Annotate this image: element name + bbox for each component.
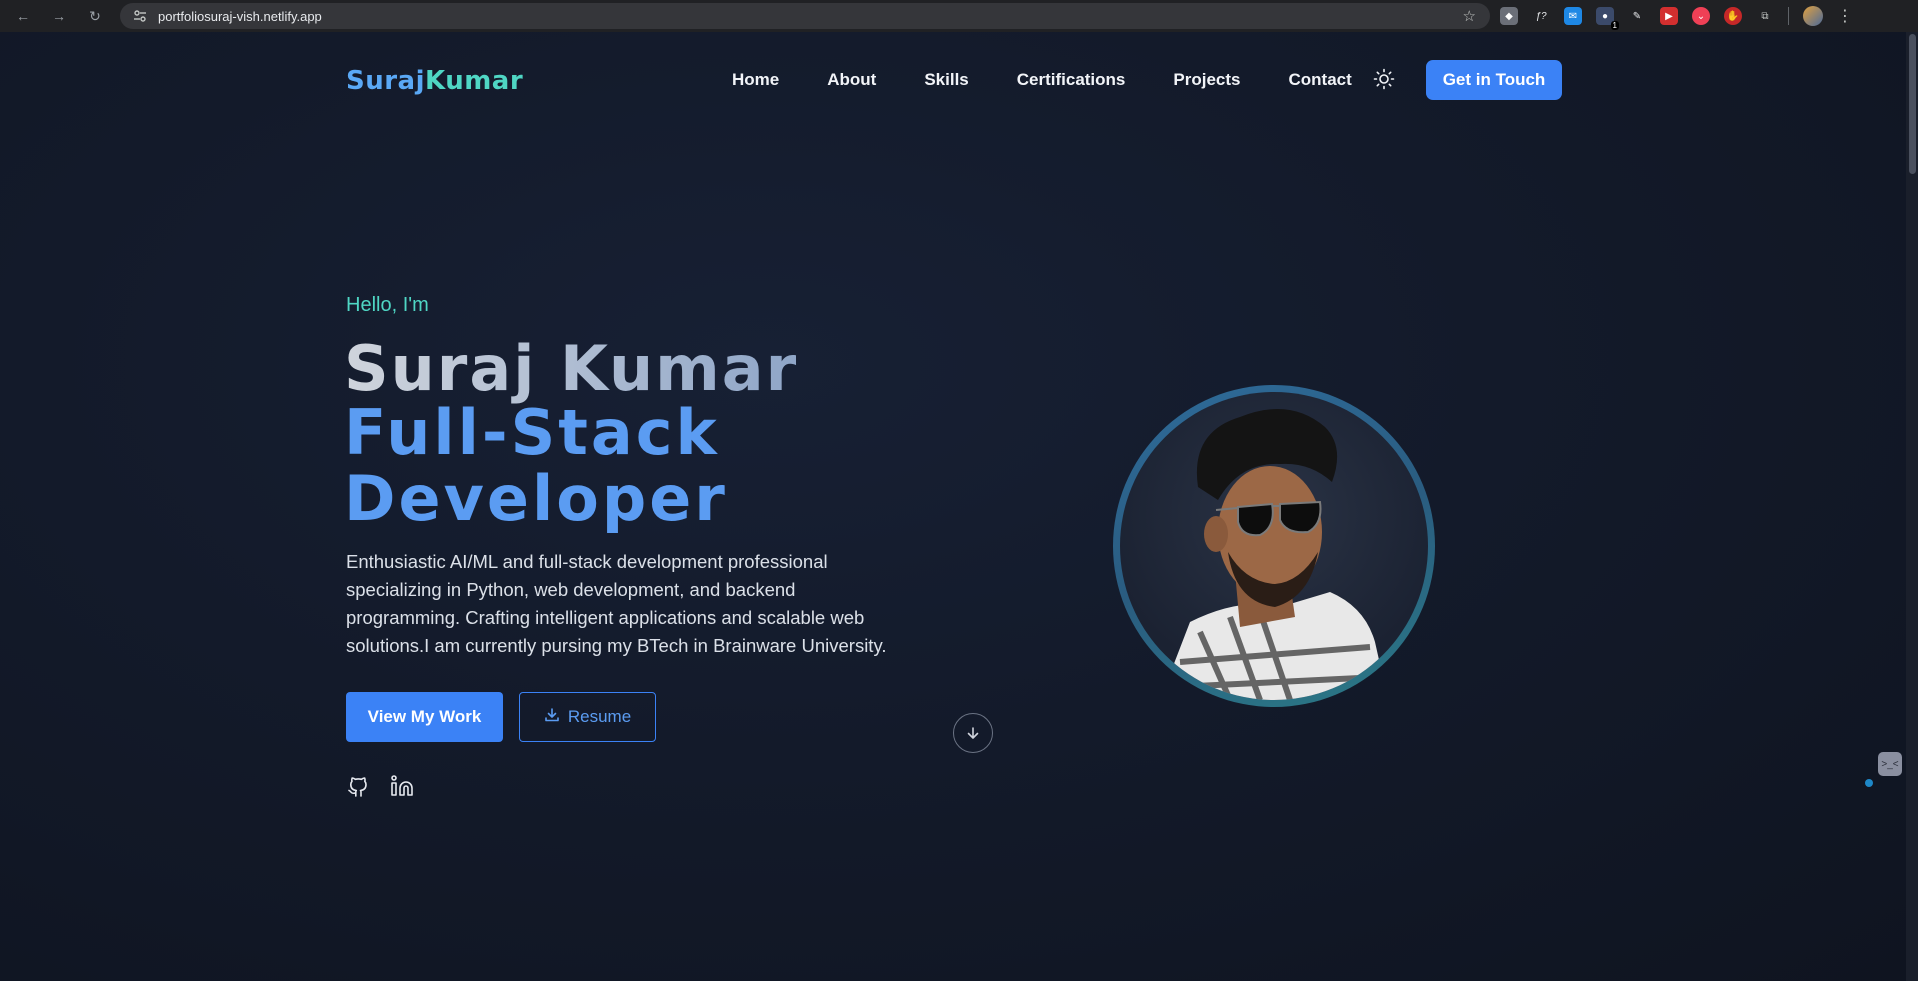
url-text[interactable]: portfoliosuraj-vish.netlify.app	[158, 9, 322, 24]
arrow-down-icon[interactable]	[953, 713, 993, 753]
reload-icon[interactable]: ↻	[82, 3, 108, 29]
chat-widget-icon[interactable]: >_<	[1878, 752, 1902, 776]
profile-avatar[interactable]	[1803, 6, 1823, 26]
download-icon	[544, 707, 560, 728]
scrollbar[interactable]	[1906, 32, 1918, 981]
extension-formula-icon[interactable]: ƒ?	[1532, 7, 1550, 25]
extension-stop-icon[interactable]: ✋	[1724, 7, 1742, 25]
site-logo[interactable]: SurajKumar	[346, 66, 523, 96]
extension-red-icon[interactable]: ▶	[1660, 7, 1678, 25]
profile-photo	[1120, 392, 1428, 700]
logo-first: Suraj	[346, 66, 426, 96]
nav-contact[interactable]: Contact	[1288, 70, 1351, 90]
github-icon[interactable]	[346, 774, 370, 798]
resume-label: Resume	[567, 707, 632, 726]
address-bar[interactable]: portfoliosuraj-vish.netlify.app ☆	[120, 3, 1490, 29]
extensions-area: ◆ ƒ? ✉ ● 1 ✎ ▶ ⌄ ✋ ⧉ ⋮	[1500, 4, 1853, 30]
portfolio-page: SurajKumar Home About Skills Certificati…	[0, 32, 1918, 981]
extension-pocket-icon[interactable]: ⌄	[1692, 7, 1710, 25]
linkedin-icon[interactable]	[390, 774, 414, 798]
toolbar-divider	[1788, 7, 1789, 25]
extension-picker-icon[interactable]: ✎	[1628, 7, 1646, 25]
resume-button[interactable]: Resume	[519, 692, 656, 742]
nav-certifications[interactable]: Certifications	[1017, 70, 1126, 90]
nav-home[interactable]: Home	[732, 70, 779, 90]
extension-mail-icon[interactable]: ✉	[1564, 7, 1582, 25]
view-my-work-button[interactable]: View My Work	[346, 692, 503, 742]
widget-status-dot	[1865, 779, 1873, 787]
bookmark-star-icon[interactable]: ☆	[1463, 7, 1476, 25]
scrollbar-thumb[interactable]	[1909, 34, 1916, 174]
nav-projects[interactable]: Projects	[1173, 70, 1240, 90]
back-icon[interactable]: ←	[10, 3, 36, 29]
nav-about[interactable]: About	[827, 70, 876, 90]
menu-kebab-icon[interactable]: ⋮	[1837, 6, 1853, 26]
hero-name: Suraj Kumar	[344, 332, 799, 405]
site-info-icon[interactable]	[126, 9, 154, 23]
extension-badge-icon[interactable]: ● 1	[1596, 7, 1619, 30]
extensions-puzzle-icon[interactable]: ⧉	[1756, 7, 1774, 25]
extension-icon[interactable]: ◆	[1500, 7, 1518, 25]
social-links	[346, 774, 414, 798]
logo-last: Kumar	[425, 66, 524, 96]
hero-intro: Enthusiastic AI/ML and full-stack develo…	[346, 551, 887, 656]
hero-role: Full-Stack Developer	[344, 396, 728, 535]
browser-toolbar: ← → ↻ portfoliosuraj-vish.netlify.app ☆ …	[0, 0, 1918, 32]
profile-photo-frame	[1113, 385, 1435, 707]
hero-greeting: Hello, I'm	[346, 294, 429, 316]
sun-icon[interactable]	[1373, 68, 1395, 90]
get-in-touch-button[interactable]: Get in Touch	[1426, 60, 1562, 100]
forward-icon[interactable]: →	[46, 3, 72, 29]
main-nav: Home About Skills Certifications Project…	[732, 70, 1400, 90]
nav-skills[interactable]: Skills	[924, 70, 968, 90]
extension-badge: 1	[1610, 21, 1619, 30]
